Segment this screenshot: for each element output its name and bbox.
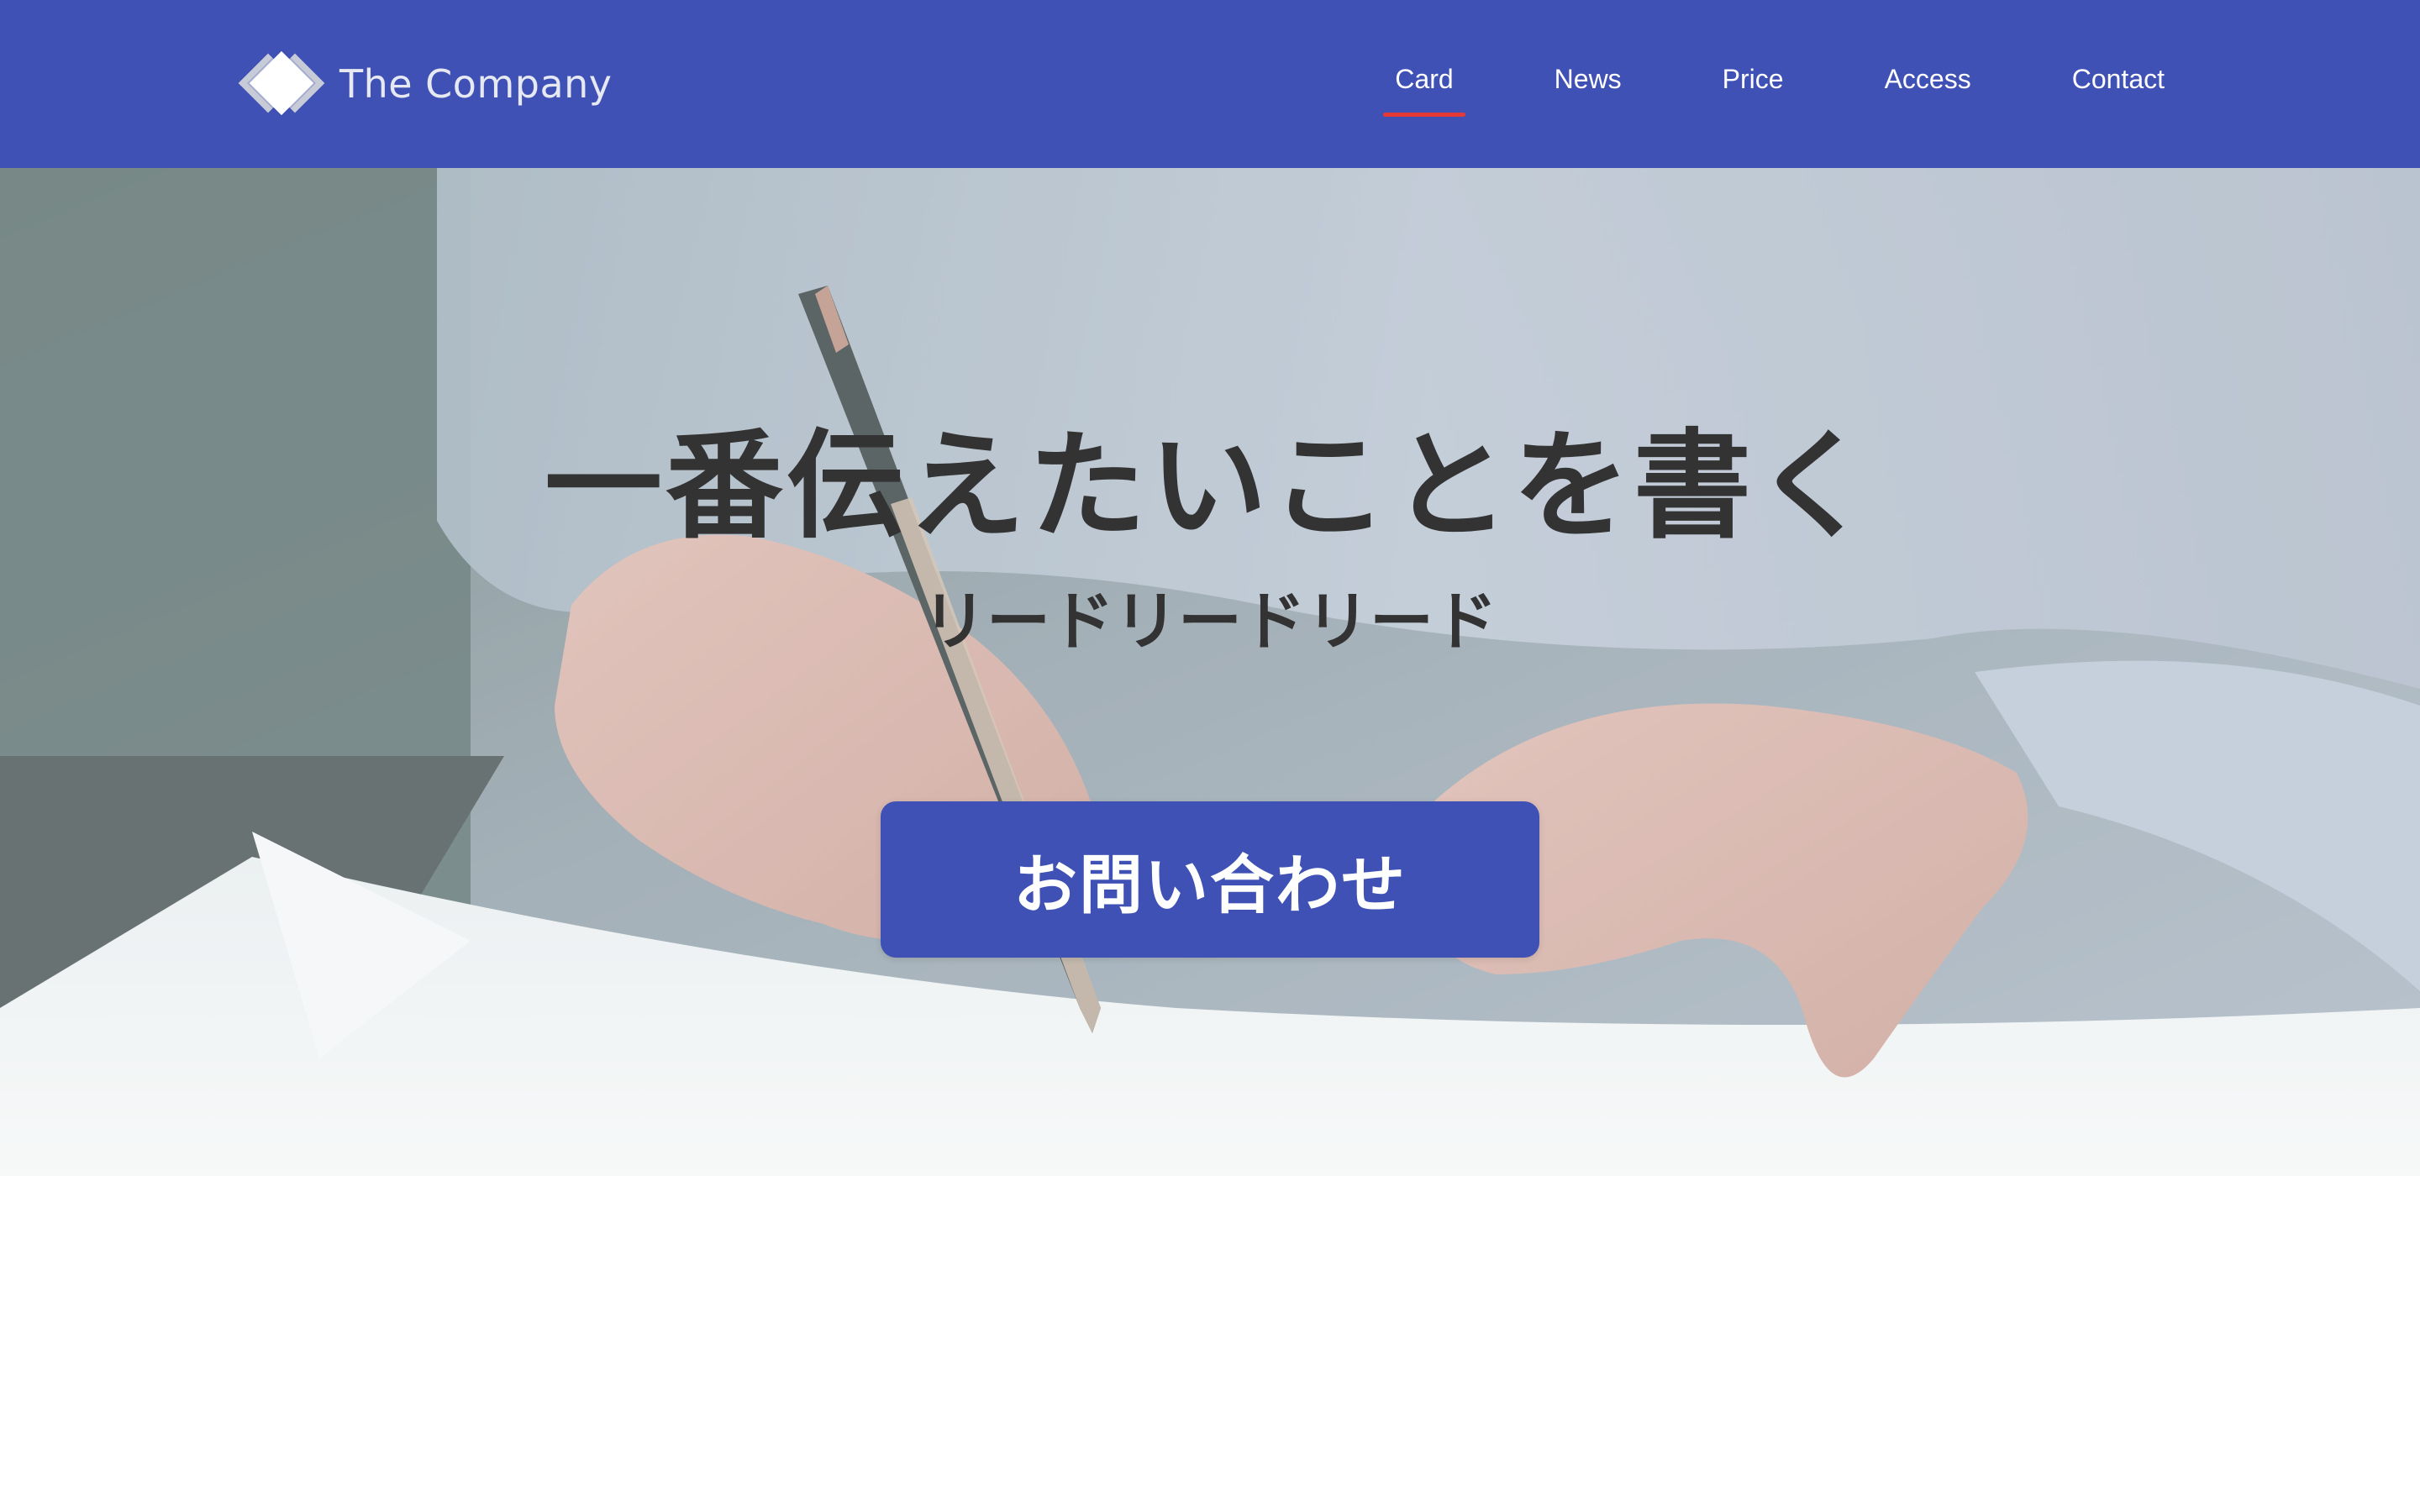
hero-overlay: [0, 168, 2420, 1176]
hero-lead: リードリードリード: [923, 584, 1497, 659]
nav-item-card[interactable]: Card: [1383, 50, 1466, 117]
nav-item-access[interactable]: Access: [1873, 50, 1983, 95]
main-nav: Card News Price Access Contact: [1383, 50, 2176, 118]
site-header: The Company Card News Price Access Conta…: [0, 0, 2420, 168]
logo-text: The Company: [339, 61, 613, 107]
nav-item-news[interactable]: News: [1543, 50, 1634, 95]
page: The Company Card News Price Access Conta…: [0, 0, 2420, 1512]
below-fold-area: [0, 1176, 2420, 1512]
hero-section: 一番伝えたいことを書く リードリードリード お問い合わせ: [0, 168, 2420, 1176]
contact-button[interactable]: お問い合わせ: [881, 801, 1539, 958]
logo-link[interactable]: The Company: [235, 49, 613, 119]
hero-title: 一番伝えたいことを書く: [544, 418, 1876, 555]
nav-item-contact[interactable]: Contact: [2060, 50, 2176, 95]
logo-diamond-icon: [235, 49, 328, 119]
nav-item-price[interactable]: Price: [1711, 50, 1796, 95]
